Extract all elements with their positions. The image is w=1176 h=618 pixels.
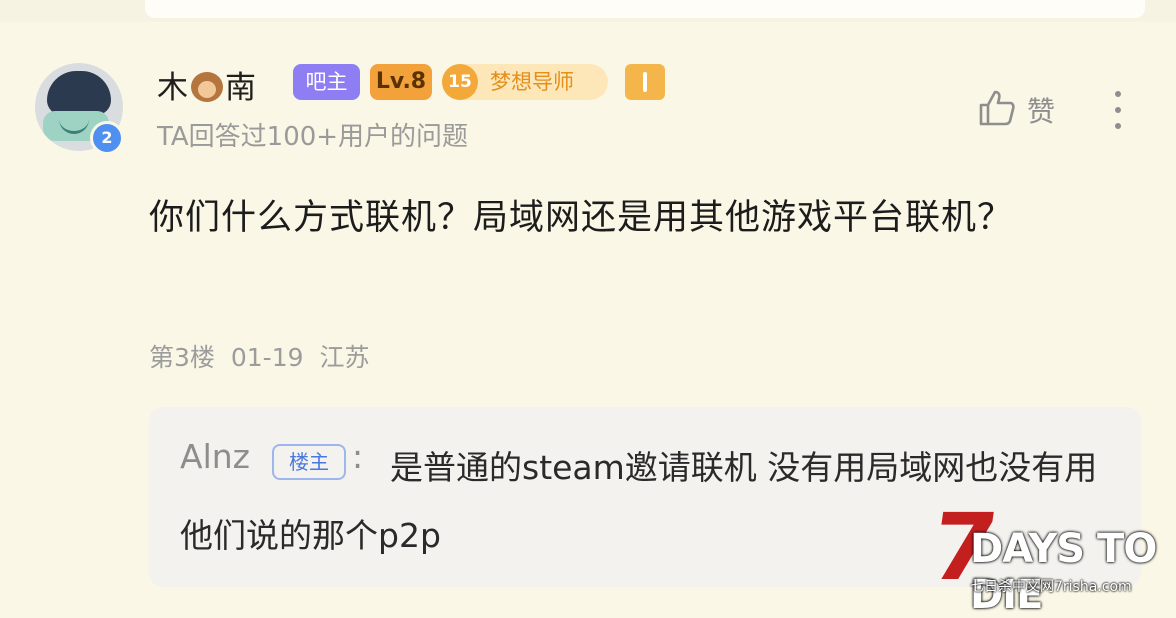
avatar-hair	[47, 71, 111, 115]
previous-post-edge	[0, 0, 1176, 22]
role-badge: 吧主	[293, 64, 360, 100]
vertical-ellipsis-icon[interactable]	[1108, 88, 1128, 132]
previous-post-card-bottom	[145, 0, 1145, 18]
reply-colon: :	[352, 437, 364, 476]
monkey-emoji-icon	[191, 72, 223, 102]
username-part-2: 南	[225, 70, 257, 106]
watermark-logo: 7 DAYS TO DIE 七日杀中文网7risha.com	[925, 494, 1170, 618]
mentor-label: 梦想导师	[490, 70, 574, 94]
username[interactable]: 木南	[157, 62, 257, 107]
avatar-level-badge: 2	[90, 121, 124, 155]
watermark-title: DAYS TO DIE	[970, 526, 1157, 618]
post-location: 江苏	[319, 343, 370, 372]
reply-author-tag: 楼主	[272, 444, 346, 480]
thumbs-up-icon[interactable]	[977, 88, 1017, 128]
mentor-level-number: 15	[442, 64, 478, 100]
post-meta: 第3楼 01-19 江苏	[149, 338, 369, 374]
floor-number: 第3楼	[149, 343, 215, 372]
like-button[interactable]: 赞	[1027, 90, 1055, 130]
post-content: 你们什么方式联机？局域网还是用其他游戏平台联机？	[149, 198, 1014, 238]
level-badge: Lv.8	[370, 64, 432, 100]
info-badge-icon[interactable]	[625, 64, 665, 100]
watermark-subtitle: 七日杀中文网7risha.com	[970, 579, 1132, 595]
mentor-badge[interactable]: 15 梦想导师	[442, 64, 608, 100]
reply-author[interactable]: Alnz	[180, 437, 250, 476]
post-date: 01-19	[230, 343, 304, 372]
username-part-1: 木	[157, 70, 189, 106]
user-subtitle: TA回答过100+用户的问题	[157, 122, 469, 152]
